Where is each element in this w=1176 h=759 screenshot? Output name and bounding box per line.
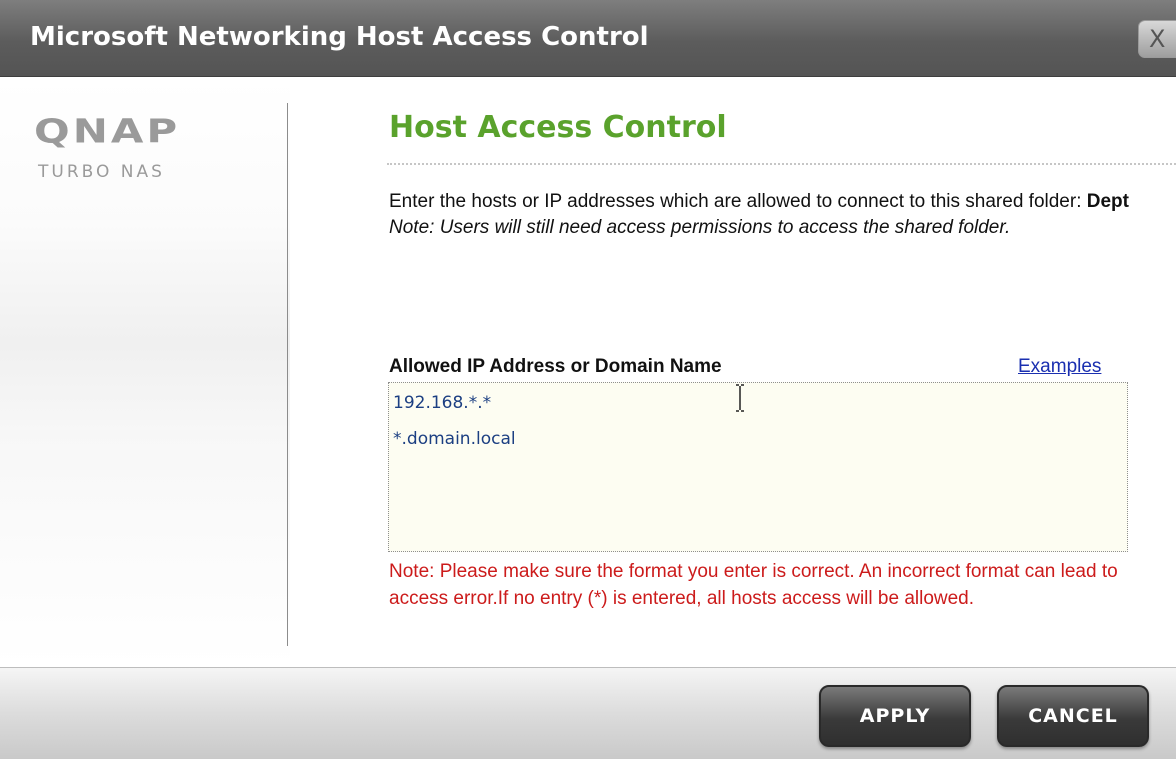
description: Enter the hosts or IP addresses which ar…: [389, 189, 1149, 241]
text-cursor-icon: [736, 384, 744, 412]
host-entry: 192.168.*.*: [393, 393, 492, 413]
dialog-title: Microsoft Networking Host Access Control: [30, 22, 649, 52]
dotted-divider: [387, 163, 1176, 165]
qnap-logo: QNAP: [34, 112, 181, 151]
close-icon: X: [1149, 25, 1166, 53]
format-warning: Note: Please make sure the format you en…: [389, 561, 1118, 609]
allowed-hosts-textarea[interactable]: 192.168.*.* *.domain.local: [388, 382, 1128, 552]
vertical-divider: [287, 103, 288, 646]
host-entry: *.domain.local: [393, 429, 516, 449]
apply-button[interactable]: APPLY: [819, 685, 971, 747]
close-button[interactable]: X: [1138, 20, 1176, 58]
dialog-titlebar: Microsoft Networking Host Access Control…: [0, 0, 1176, 77]
turbo-nas-logo: TURBO NAS: [38, 162, 165, 182]
page-title: Host Access Control: [389, 110, 727, 145]
description-text: Enter the hosts or IP addresses which ar…: [389, 191, 1087, 212]
folder-name: Dept: [1086, 191, 1129, 212]
examples-link[interactable]: Examples: [1018, 356, 1101, 378]
permissions-note: Note: Users will still need access permi…: [389, 217, 1011, 238]
cancel-button[interactable]: CANCEL: [997, 685, 1149, 747]
allowed-list-label: Allowed IP Address or Domain Name: [389, 356, 722, 377]
